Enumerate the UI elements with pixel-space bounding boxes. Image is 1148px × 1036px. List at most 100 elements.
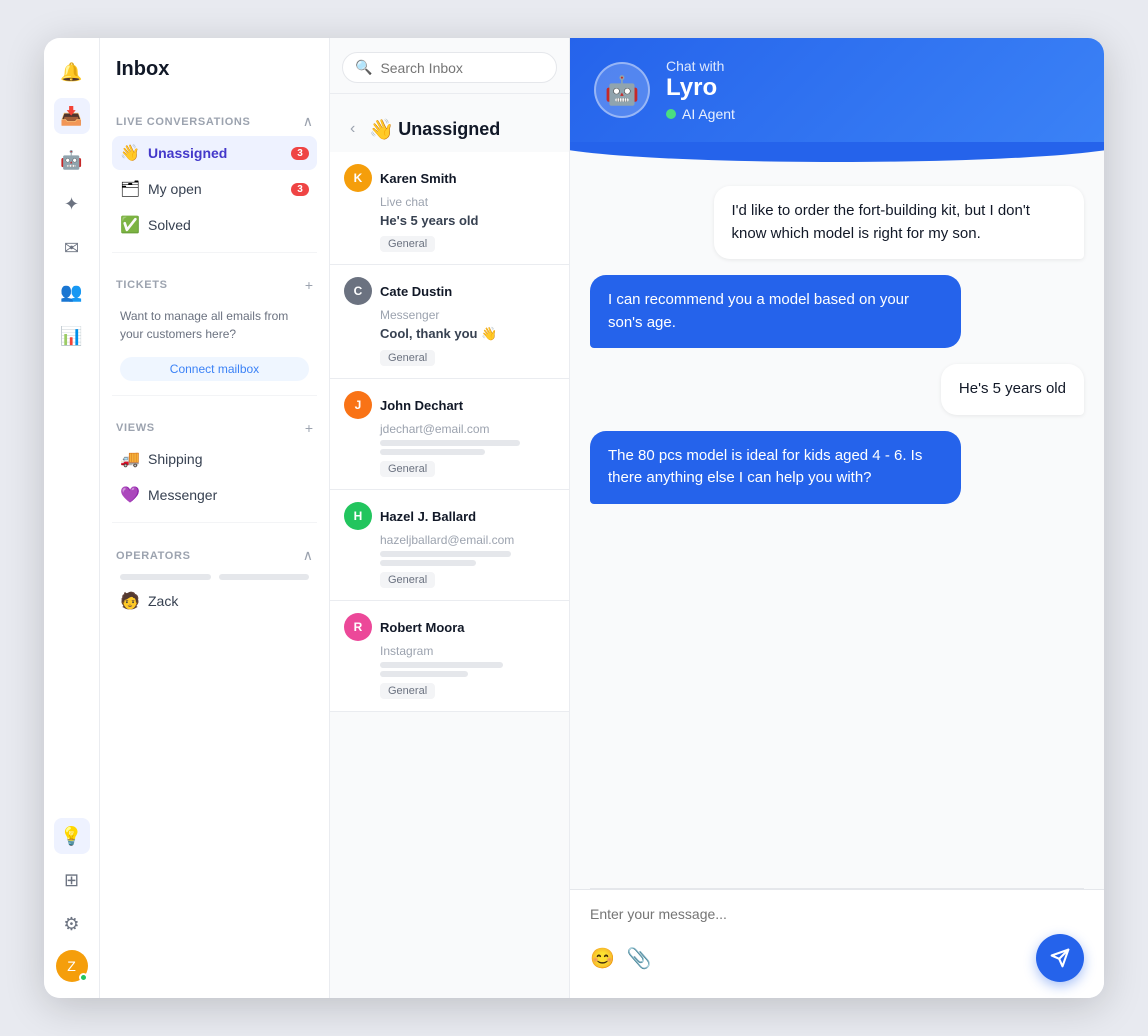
myopen-badge: 3 — [291, 183, 309, 196]
email-nav-icon[interactable]: ✉ — [54, 230, 90, 266]
hazel-tag: General — [380, 572, 435, 588]
grid-icon[interactable]: ⊞ — [54, 862, 90, 898]
chat-header: 🤖 Chat with Lyro AI Agent — [570, 38, 1104, 142]
operator-bar-1 — [120, 574, 211, 580]
sidebar-item-unassigned[interactable]: 👋 Unassigned 3 — [112, 136, 317, 170]
connect-mailbox-button[interactable]: Connect mailbox — [120, 357, 309, 381]
msg-bot-2: The 80 pcs model is ideal for kids aged … — [590, 431, 961, 504]
views-section: VIEWS + — [112, 416, 317, 442]
karen-name: Karen Smith — [380, 171, 457, 186]
chat-toolbar: 😊 📎 — [590, 934, 1084, 982]
karen-tag: General — [380, 236, 435, 252]
tickets-info: Want to manage all emails from your cust… — [112, 299, 317, 351]
john-tag: General — [380, 461, 435, 477]
zack-label: Zack — [148, 593, 309, 609]
live-conversations-label: LIVE CONVERSATIONS — [116, 116, 251, 128]
search-icon: 🔍 — [355, 59, 372, 76]
sidebar-item-myopen[interactable]: 🗂 My open 3 — [112, 172, 317, 206]
bell-icon[interactable]: 🔔 — [54, 54, 90, 90]
msg-bot-1: I can recommend you a model based on you… — [590, 275, 961, 348]
team-nav-icon[interactable]: 👥 — [54, 274, 90, 310]
search-input[interactable] — [380, 60, 544, 76]
conversation-list: K Karen Smith Live chat He's 5 years old… — [330, 152, 569, 998]
john-lines — [344, 440, 555, 455]
unassigned-badge: 3 — [291, 147, 309, 160]
tickets-section: TICKETS + — [112, 273, 317, 299]
sidebar-item-zack[interactable]: 🧑 Zack — [112, 584, 317, 618]
messenger-label: Messenger — [148, 487, 309, 503]
robert-avatar: R — [344, 613, 372, 641]
chart-nav-icon[interactable]: 📊 — [54, 318, 90, 354]
flow-nav-icon[interactable]: ✦ — [54, 186, 90, 222]
karen-source: Live chat — [344, 195, 555, 209]
user-avatar[interactable]: Z — [56, 950, 88, 982]
messenger-icon: 💜 — [120, 485, 140, 505]
sidebar-item-solved[interactable]: ✅ Solved — [112, 208, 317, 242]
hazel-source: hazeljballard@email.com — [344, 533, 555, 547]
cate-preview: Cool, thank you 👋 — [344, 326, 555, 342]
john-avatar: J — [344, 391, 372, 419]
solved-label: Solved — [148, 217, 309, 233]
msg-user-1: I'd like to order the fort-building kit,… — [714, 186, 1085, 259]
chat-with-label: Chat with — [666, 58, 735, 74]
bulb-icon[interactable]: 💡 — [54, 818, 90, 854]
sidebar-title: Inbox — [112, 58, 317, 81]
myopen-icon: 🗂 — [120, 179, 140, 199]
search-box: 🔍 — [342, 52, 557, 83]
collapse-live-icon[interactable]: ∧ — [303, 113, 313, 130]
solved-icon: ✅ — [120, 215, 140, 235]
send-button[interactable] — [1036, 934, 1084, 982]
operators-label: OPERATORS — [116, 550, 191, 562]
conv-item-karen[interactable]: K Karen Smith Live chat He's 5 years old… — [330, 152, 569, 265]
inbox-nav-icon[interactable]: 📥 — [54, 98, 90, 134]
chat-header-info: Chat with Lyro AI Agent — [666, 58, 735, 122]
chat-messages: I'd like to order the fort-building kit,… — [570, 162, 1104, 888]
hazel-avatar: H — [344, 502, 372, 530]
karen-avatar: K — [344, 164, 372, 192]
karen-preview: He's 5 years old — [344, 213, 555, 228]
chat-input-area: 😊 📎 — [570, 889, 1104, 998]
chat-message-input[interactable] — [590, 906, 1084, 922]
emoji-icon[interactable]: 😊 — [590, 946, 615, 971]
cate-source: Messenger — [344, 308, 555, 322]
sidebar-item-messenger[interactable]: 💜 Messenger — [112, 478, 317, 512]
collapse-button[interactable]: ‹ — [340, 106, 365, 152]
conv-item-robert[interactable]: R Robert Moora Instagram General — [330, 601, 569, 712]
bot-nav-icon[interactable]: 🤖 — [54, 142, 90, 178]
conv-item-cate[interactable]: C Cate Dustin Messenger Cool, thank you … — [330, 265, 569, 379]
operator-bar-row — [112, 570, 317, 584]
unassigned-panel-title: Unassigned — [398, 119, 500, 140]
add-ticket-icon[interactable]: + — [305, 277, 313, 293]
collapse-operators-icon[interactable]: ∧ — [303, 547, 313, 564]
ai-status-dot — [666, 109, 676, 119]
robert-name: Robert Moora — [380, 620, 465, 635]
operators-section: OPERATORS ∧ — [112, 543, 317, 570]
views-label: VIEWS — [116, 422, 155, 434]
sidebar-item-shipping[interactable]: 🚚 Shipping — [112, 442, 317, 476]
sidebar: Inbox LIVE CONVERSATIONS ∧ 👋 Unassigned … — [100, 38, 330, 998]
conv-item-hazel[interactable]: H Hazel J. Ballard hazeljballard@email.c… — [330, 490, 569, 601]
live-conversations-section: LIVE CONVERSATIONS ∧ — [112, 109, 317, 136]
robert-lines — [344, 662, 555, 677]
myopen-label: My open — [148, 181, 283, 197]
hazel-name: Hazel J. Ballard — [380, 509, 476, 524]
ai-agent-label: AI Agent — [682, 106, 735, 122]
tickets-label: TICKETS — [116, 279, 168, 291]
operator-bar-2 — [219, 574, 310, 580]
add-view-icon[interactable]: + — [305, 420, 313, 436]
msg-user-2: He's 5 years old — [941, 364, 1084, 415]
john-source: jdechart@email.com — [344, 422, 555, 436]
gear-bottom-icon[interactable]: ⚙ — [54, 906, 90, 942]
zack-avatar-icon: 🧑 — [120, 591, 140, 611]
attachment-icon[interactable]: 📎 — [627, 946, 652, 971]
robert-source: Instagram — [344, 644, 555, 658]
conv-item-john[interactable]: J John Dechart jdechart@email.com Genera… — [330, 379, 569, 490]
john-name: John Dechart — [380, 398, 463, 413]
unassigned-heading-row: ‹ 👋 Unassigned — [330, 94, 569, 152]
hazel-lines — [344, 551, 555, 566]
chat-panel: 🤖 Chat with Lyro AI Agent I'd like to or… — [570, 38, 1104, 998]
online-indicator — [79, 973, 88, 982]
shipping-label: Shipping — [148, 451, 309, 467]
search-area: 🔍 — [330, 38, 569, 94]
inbox-panel: 🔍 ‹ 👋 Unassigned K Karen Smith Live chat… — [330, 38, 570, 998]
